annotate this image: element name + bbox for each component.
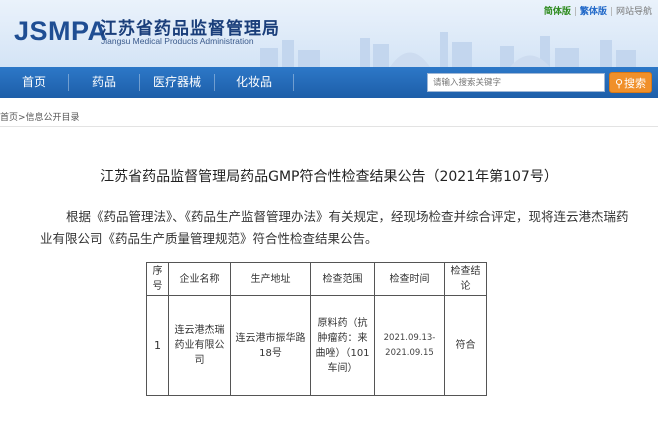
search-input[interactable] [427, 73, 605, 92]
top-link-separator: | [573, 7, 577, 17]
cell-scope: 原料药（抗肿瘤药：来曲唑）（101车间） [310, 295, 375, 396]
table-row: 1 连云港杰瑞药业有限公司 连云港市振华路18号 原料药（抗肿瘤药：来曲唑）（1… [146, 295, 487, 396]
site-header: JSMPA 江苏省药品监督管理局 Jiangsu Medical Product… [0, 0, 658, 67]
breadcrumb[interactable]: 首页>信息公开目录 [0, 110, 80, 123]
cell-company: 连云港杰瑞药业有限公司 [168, 295, 231, 396]
cell-result: 符合 [444, 295, 487, 396]
header-company: 企业名称 [168, 262, 231, 296]
results-table: 序号 企业名称 生产地址 检查范围 检查时间 检查结论 1 连云港杰瑞药业有限公… [146, 262, 487, 396]
search-button-label: 搜索 [624, 77, 647, 90]
top-links: 简体版 | 繁体版 | 网站导航 [544, 4, 652, 17]
header-seq: 序号 [146, 262, 169, 296]
city-skyline-graphic [260, 32, 636, 67]
cell-address: 连云港市振华路18号 [230, 295, 311, 396]
nav-item-medical-devices[interactable]: 医疗器械 [140, 67, 214, 98]
divider [0, 126, 658, 127]
table-header-row: 序号 企业名称 生产地址 检查范围 检查时间 检查结论 [146, 262, 487, 296]
page-title: 江苏省药品监督管理局药品GMP符合性检查结果公告（2021年第107号） [100, 169, 558, 185]
simplified-link[interactable]: 简体版 [544, 7, 571, 17]
search-button[interactable]: ⚲搜索 [609, 72, 652, 93]
nav-item-home[interactable]: 首页 [0, 67, 68, 98]
nav-item-drugs[interactable]: 药品 [69, 67, 139, 98]
nav-divider [293, 74, 294, 91]
nav-item-cosmetics[interactable]: 化妆品 [215, 67, 293, 98]
search-icon: ⚲ [614, 77, 624, 90]
cell-time: 2021.09.13-2021.09.15 [374, 295, 445, 396]
header-result: 检查结论 [444, 262, 487, 296]
site-nav-link[interactable]: 网站导航 [616, 7, 652, 17]
traditional-link[interactable]: 繁体版 [580, 7, 607, 17]
announcement-intro: 根据《药品管理法》、《药品生产监督管理办法》有关规定，经现场检查并综合评定，现将… [40, 209, 629, 246]
top-link-separator: | [609, 7, 613, 17]
header-scope: 检查范围 [310, 262, 375, 296]
header-address: 生产地址 [230, 262, 311, 296]
header-time: 检查时间 [374, 262, 445, 296]
cell-seq: 1 [146, 295, 169, 396]
site-title-en: Jiangsu Medical Products Administration [101, 36, 254, 46]
site-logo[interactable]: JSMPA [14, 16, 108, 47]
